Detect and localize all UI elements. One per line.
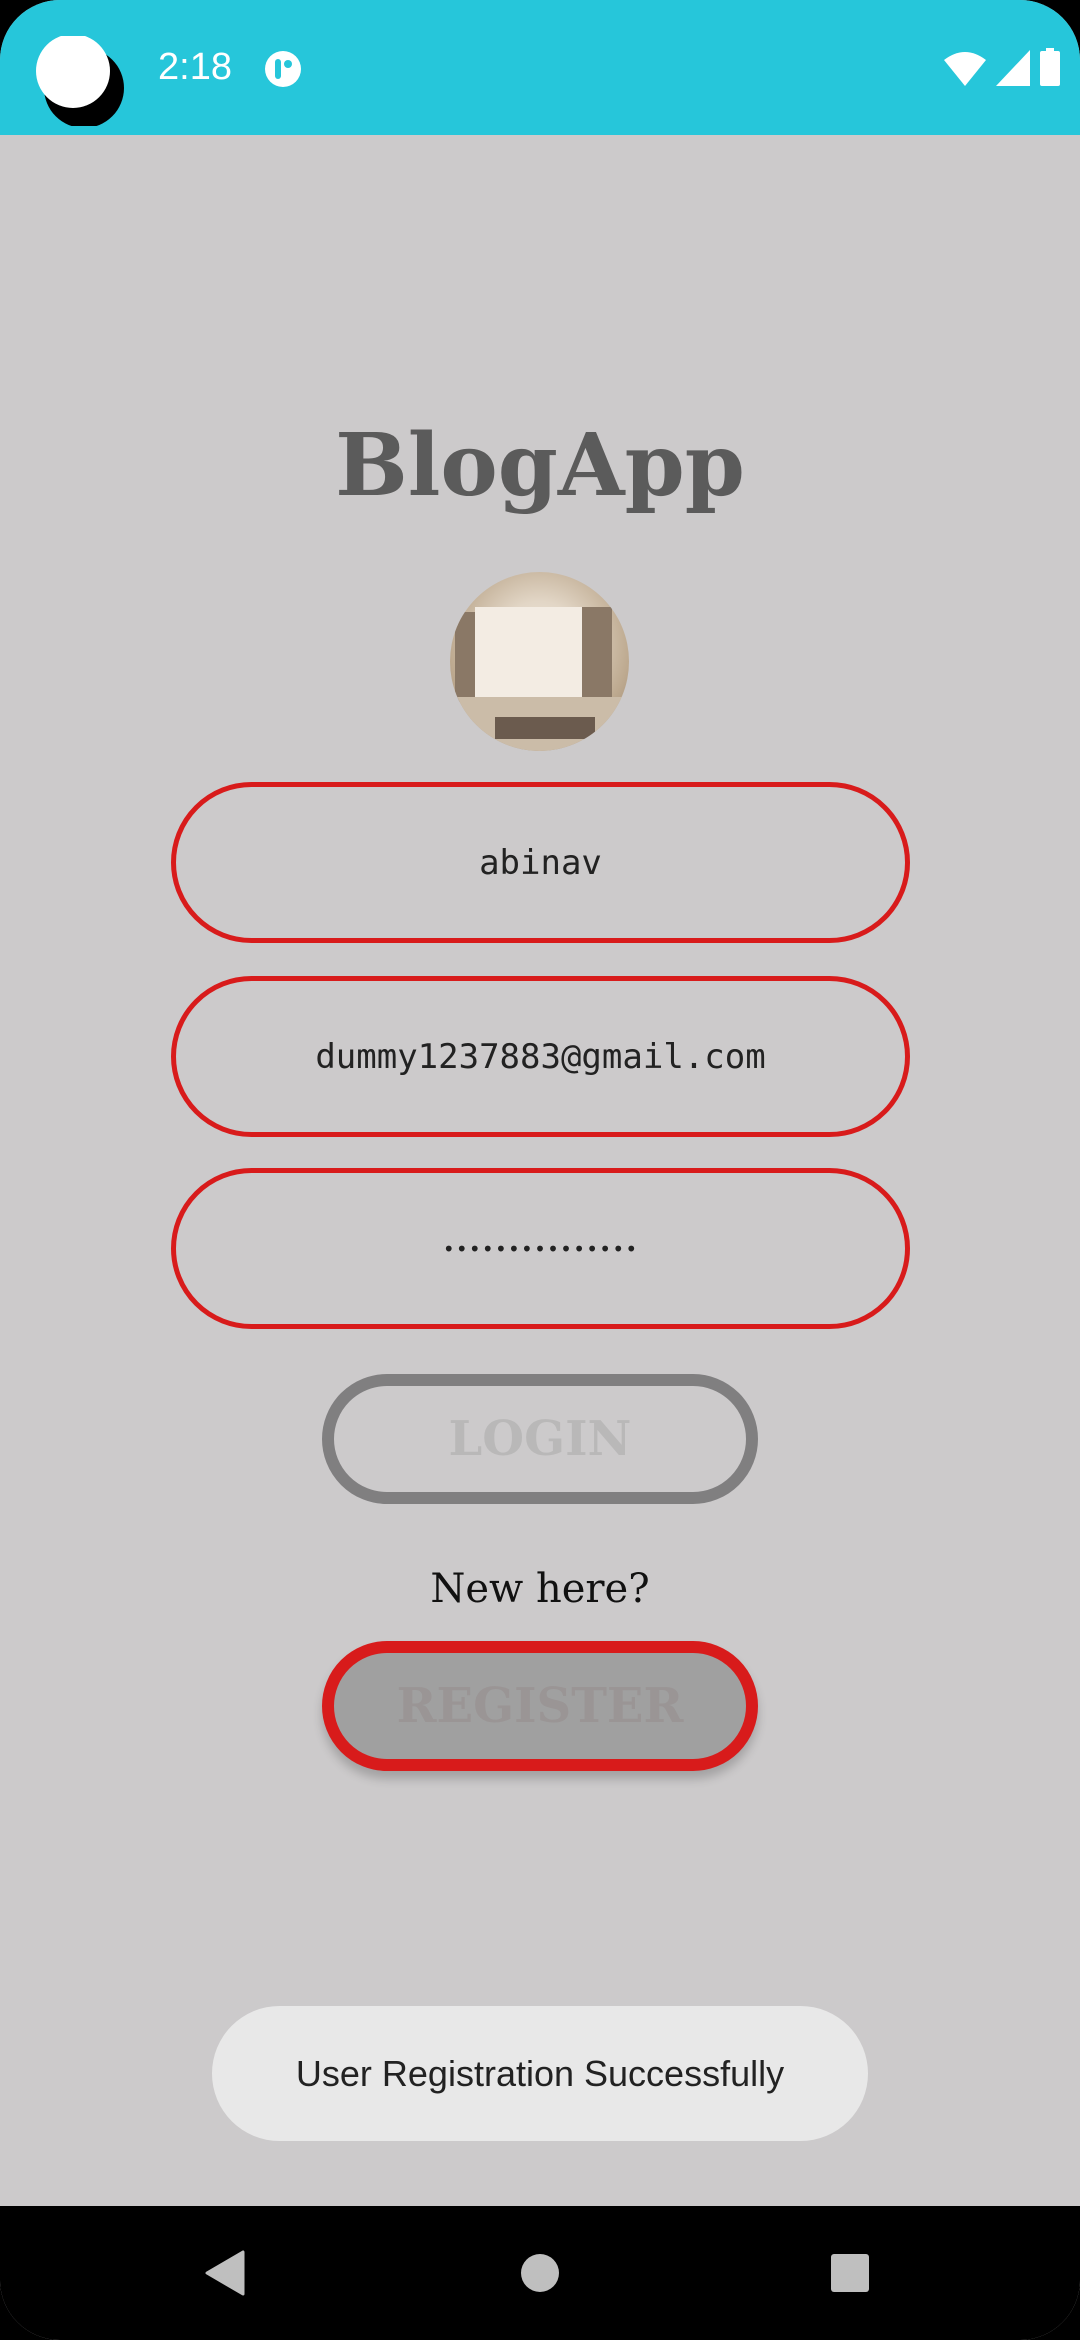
screen: 2:18 BlogApp abinav dummy1237883@gmail.c… <box>0 0 1080 2340</box>
login-button[interactable]: LOGIN <box>322 1374 758 1504</box>
register-button[interactable]: REGISTER <box>322 1641 758 1771</box>
recents-icon[interactable] <box>830 2253 870 2293</box>
signal-icon <box>996 50 1030 86</box>
app-notification-icon <box>36 36 124 126</box>
wifi-icon <box>944 52 986 86</box>
home-icon[interactable] <box>520 2253 560 2293</box>
name-input[interactable]: abinav <box>171 782 910 943</box>
back-icon[interactable] <box>205 2250 245 2296</box>
status-bar: 2:18 <box>0 0 1080 135</box>
new-here-label: New here? <box>430 1566 650 1612</box>
email-input[interactable]: dummy1237883@gmail.com <box>171 976 910 1137</box>
profile-image[interactable] <box>450 572 629 751</box>
room-image-icon <box>450 607 629 751</box>
password-input[interactable]: ••••••••••••••• <box>171 1168 910 1329</box>
app-title: BlogApp <box>335 415 745 516</box>
battery-icon <box>1040 48 1060 86</box>
status-time: 2:18 <box>158 46 232 88</box>
toast-message: User Registration Successfully <box>212 2006 868 2141</box>
navigation-bar <box>0 2206 1080 2340</box>
notification-icon <box>265 51 301 87</box>
